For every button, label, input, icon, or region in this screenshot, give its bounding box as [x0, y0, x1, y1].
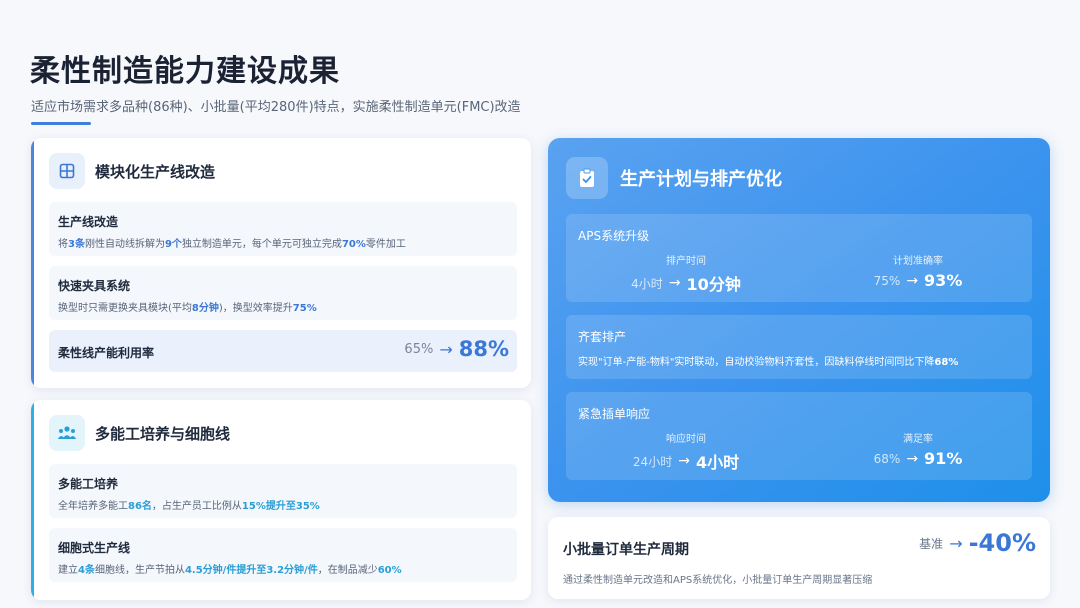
cycle-base-label: 基准 [919, 536, 944, 551]
cycle-desc: 通过柔性制造单元改造和APS系统优化，小批量订单生产周期显著压缩 [563, 575, 873, 586]
grid-icon [49, 153, 85, 189]
list-item: 快速夹具系统 换型时只需更换夹具模块(平均8分钟)，换型效率提升75% [49, 266, 517, 320]
list-item: 多能工培养 全年培养多能工86名，占生产员工比例从15%提升至35% [49, 464, 517, 518]
kitting-title: 齐套排产 [578, 330, 627, 344]
urgent-order-panel: 紧急插单响应 响应时间 24小时 → 4小时 满足率 68% → 91% [566, 392, 1032, 480]
cycle-value: -40% [968, 529, 1036, 557]
arrow-right-icon: → [906, 272, 919, 289]
modular-card: 模块化生产线改造 生产线改造 将3条刚性自动线拆解为9个独立制造单元，每个单元可… [31, 138, 531, 388]
metric-plan-accuracy: 计划准确率 75% → 93% [873, 256, 963, 290]
item-title: 多能工培养 [58, 477, 119, 491]
title-underline [31, 122, 91, 125]
utilization-to: 88% [458, 337, 509, 361]
utilization-from: 65% [404, 341, 434, 357]
aps-title: APS系统升级 [578, 229, 650, 243]
list-item: 细胞式生产线 建立4条细胞线，生产节拍从4.5分钟/件提升至3.2分钟/件，在制… [49, 528, 517, 582]
item-title: 细胞式生产线 [58, 541, 131, 555]
cycle-title: 小批量订单生产周期 [563, 542, 689, 558]
kitting-panel: 齐套排产 实现"订单-产能-物料"实时联动，自动校验物料齐套性，因缺料停线时间同… [566, 315, 1032, 379]
arrow-right-icon: → [668, 275, 681, 291]
multi-skill-card: 多能工培养与细胞线 多能工培养 全年培养多能工86名，占生产员工比例从15%提升… [31, 400, 531, 600]
arrow-right-icon: → [906, 450, 919, 467]
item-desc: 建立4条细胞线，生产节拍从4.5分钟/件提升至3.2分钟/件，在制品减少60% [58, 565, 402, 576]
clipboard-check-icon [566, 157, 608, 199]
urgent-order-title: 紧急插单响应 [578, 407, 651, 421]
page-subtitle: 适应市场需求多品种(86种)、小批量(平均280件)特点，实施柔性制造单元(FM… [31, 100, 521, 115]
metric-response-time: 响应时间 24小时 → 4小时 [632, 434, 740, 472]
utilization-label: 柔性线产能利用率 [58, 346, 155, 360]
metric-schedule-time: 排产时间 4小时 → 10分钟 [631, 256, 741, 294]
production-plan-title: 生产计划与排产优化 [620, 169, 782, 190]
item-title: 生产线改造 [58, 215, 119, 229]
item-desc: 将3条刚性自动线拆解为9个独立制造单元，每个单元可独立完成70%零件加工 [58, 239, 406, 250]
aps-panel: APS系统升级 排产时间 4小时 → 10分钟 计划准确率 75% → 93% [566, 214, 1032, 302]
item-title: 快速夹具系统 [58, 279, 131, 293]
list-item: 生产线改造 将3条刚性自动线拆解为9个独立制造单元，每个单元可独立完成70%零件… [49, 202, 517, 256]
modular-title: 模块化生产线改造 [95, 162, 216, 181]
production-plan-card: 生产计划与排产优化 APS系统升级 排产时间 4小时 → 10分钟 计划准确率 … [548, 138, 1050, 502]
kitting-desc: 实现"订单-产能-物料"实时联动，自动校验物料齐套性，因缺料停线时间同比下降68… [578, 357, 959, 368]
arrow-right-icon: → [678, 453, 690, 469]
multi-skill-title: 多能工培养与细胞线 [95, 424, 231, 443]
cycle-card: 小批量订单生产周期 基准 → -40% 通过柔性制造单元改造和APS系统优化，小… [548, 517, 1050, 599]
utilization-row: 柔性线产能利用率 65% → 88% [49, 330, 517, 372]
item-desc: 全年培养多能工86名，占生产员工比例从15%提升至35% [58, 501, 320, 512]
team-icon [49, 415, 85, 451]
arrow-right-icon: → [949, 533, 963, 553]
page-title: 柔性制造能力建设成果 [30, 54, 340, 89]
metric-fulfillment-rate: 满足率 68% → 91% [873, 434, 963, 468]
arrow-right-icon: → [439, 339, 453, 359]
item-desc: 换型时只需更换夹具模块(平均8分钟)，换型效率提升75% [58, 303, 317, 314]
